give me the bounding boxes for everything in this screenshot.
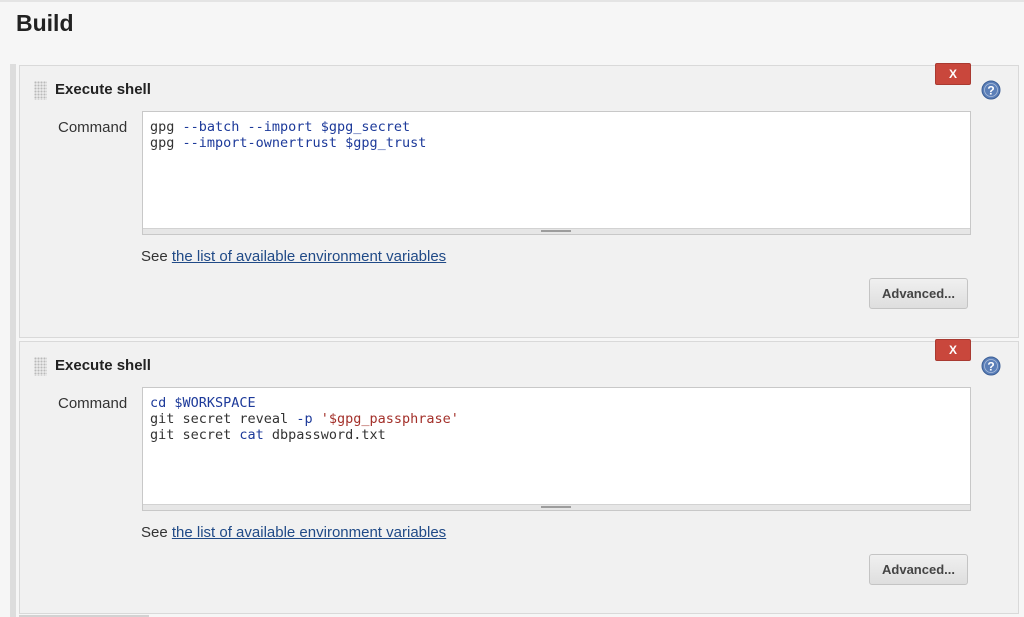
step-title: Execute shell — [55, 356, 151, 376]
code-token: git secret reveal — [150, 411, 296, 427]
step-title: Execute shell — [55, 80, 151, 100]
code-token: cat — [239, 427, 272, 443]
command-label: Command — [58, 394, 127, 414]
code-token: -p — [296, 411, 320, 427]
help-icon[interactable]: ? — [981, 80, 1001, 100]
top-divider — [0, 0, 1024, 2]
code-token: gpg — [150, 135, 183, 151]
command-textarea[interactable]: gpg --batch --import $gpg_secret gpg --i… — [142, 111, 971, 235]
code-token: cd — [150, 395, 174, 411]
delete-step-button[interactable]: X — [935, 63, 971, 85]
env-vars-link[interactable]: the list of available environment variab… — [172, 524, 446, 541]
resize-grip-icon — [541, 230, 571, 232]
section-title: Build — [16, 8, 74, 38]
code-token: git secret — [150, 427, 239, 443]
svg-text:?: ? — [987, 360, 994, 374]
build-section: Build Execute shell X ? Command gpg --ba… — [0, 0, 1024, 617]
advanced-button[interactable]: Advanced... — [869, 278, 968, 309]
code-token: --import-ownertrust — [183, 135, 346, 151]
command-label: Command — [58, 118, 127, 138]
code-token: --batch --import — [183, 119, 321, 135]
drag-handle-icon[interactable] — [34, 357, 47, 376]
env-vars-prefix: See — [141, 524, 172, 541]
code-token: $gpg_secret — [321, 119, 410, 135]
command-textarea[interactable]: cd $WORKSPACE git secret reveal -p '$gpg… — [142, 387, 971, 511]
advanced-button[interactable]: Advanced... — [869, 554, 968, 585]
delete-step-button[interactable]: X — [935, 339, 971, 361]
code-token: $WORKSPACE — [174, 395, 255, 411]
section-rail — [10, 64, 16, 617]
build-step-execute-shell-1: Execute shell X ? Command gpg --batch --… — [19, 65, 1019, 338]
code-token: $gpg_trust — [345, 135, 426, 151]
code-token: dbpassword.txt — [272, 427, 386, 443]
env-vars-note: See the list of available environment va… — [141, 247, 446, 267]
help-icon[interactable]: ? — [981, 356, 1001, 376]
drag-handle-icon[interactable] — [34, 81, 47, 100]
env-vars-link[interactable]: the list of available environment variab… — [172, 248, 446, 265]
command-code: cd $WORKSPACE git secret reveal -p '$gpg… — [150, 395, 459, 443]
svg-text:?: ? — [987, 84, 994, 98]
command-code: gpg --batch --import $gpg_secret gpg --i… — [150, 119, 426, 151]
code-token: gpg — [150, 119, 183, 135]
textarea-resize-handle[interactable] — [143, 228, 970, 234]
build-step-execute-shell-2: Execute shell X ? Command cd $WORKSPACE … — [19, 341, 1019, 614]
code-token: '$gpg_passphrase' — [321, 411, 459, 427]
env-vars-prefix: See — [141, 248, 172, 265]
textarea-resize-handle[interactable] — [143, 504, 970, 510]
env-vars-note: See the list of available environment va… — [141, 523, 446, 543]
resize-grip-icon — [541, 506, 571, 508]
